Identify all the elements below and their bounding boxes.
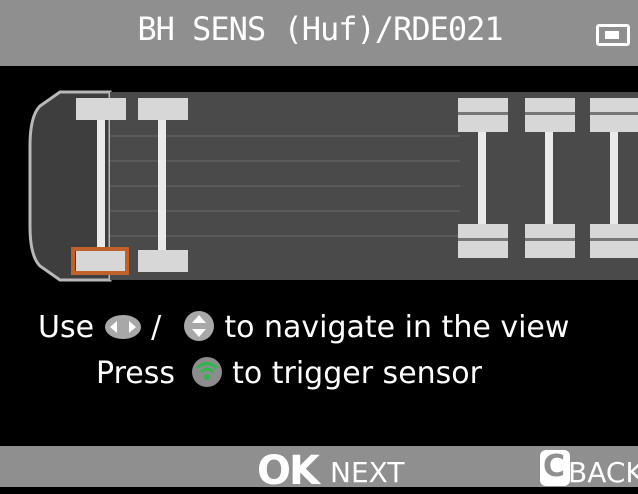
trigger-label: to trigger sensor	[232, 356, 482, 391]
navigate-label: to navigate in the view	[224, 310, 570, 345]
footer-bar: OK NEXT C BACK	[0, 446, 638, 494]
c-key-icon[interactable]: C	[540, 449, 570, 486]
press-label: Press	[96, 356, 175, 391]
back-button[interactable]: BACK	[568, 456, 638, 489]
instruction-line-trigger: Press to trigger sensor	[96, 356, 482, 396]
instructions: Use / to navigate in the view Press to t…	[0, 296, 638, 436]
next-button[interactable]: NEXT	[330, 456, 404, 489]
separator: /	[151, 310, 162, 345]
c-key-letter: C	[543, 449, 566, 484]
use-label: Use	[38, 310, 95, 345]
instruction-line-navigate: Use / to navigate in the view	[38, 310, 569, 350]
vehicle-diagram	[28, 90, 638, 282]
header-bar: BH SENS (Huf)/RDE021	[0, 0, 638, 66]
left-right-arrows-icon	[104, 313, 142, 349]
page-title: BH SENS (Huf)/RDE021	[137, 10, 503, 48]
up-down-arrows-icon	[183, 310, 215, 350]
battery-icon	[596, 24, 630, 46]
wifi-trigger-icon	[191, 356, 223, 396]
ok-key-icon[interactable]: OK	[257, 448, 320, 494]
